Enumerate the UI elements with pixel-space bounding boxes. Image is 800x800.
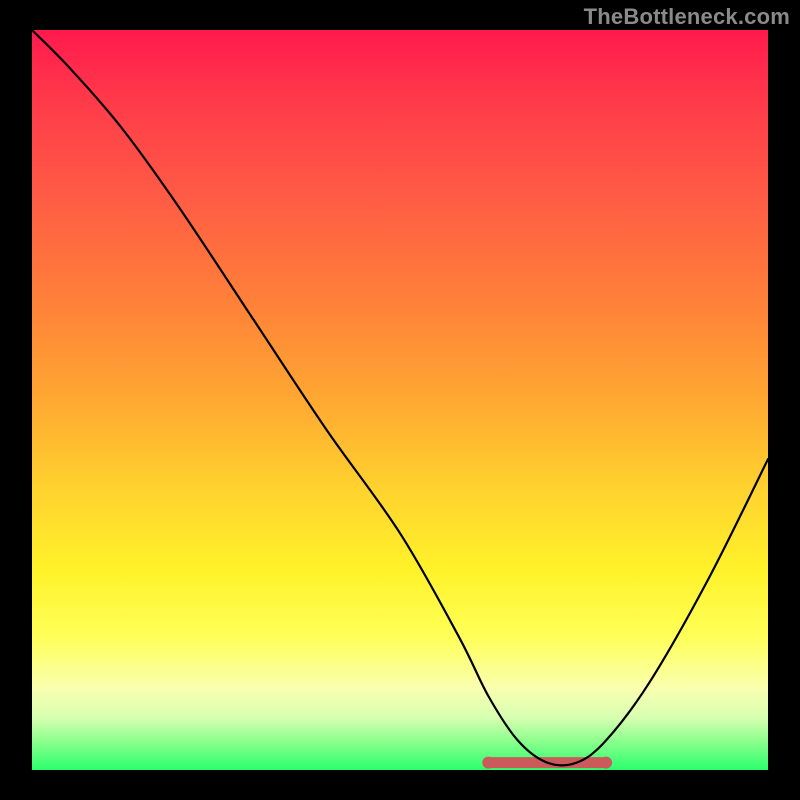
- curve-layer: [32, 30, 768, 770]
- chart-frame: TheBottleneck.com: [0, 0, 800, 800]
- watermark-text: TheBottleneck.com: [584, 4, 790, 30]
- bottleneck-curve-path: [32, 30, 768, 765]
- plot-area: [32, 30, 768, 770]
- highlight-start-dot: [482, 757, 494, 769]
- highlight-end-dot: [600, 757, 612, 769]
